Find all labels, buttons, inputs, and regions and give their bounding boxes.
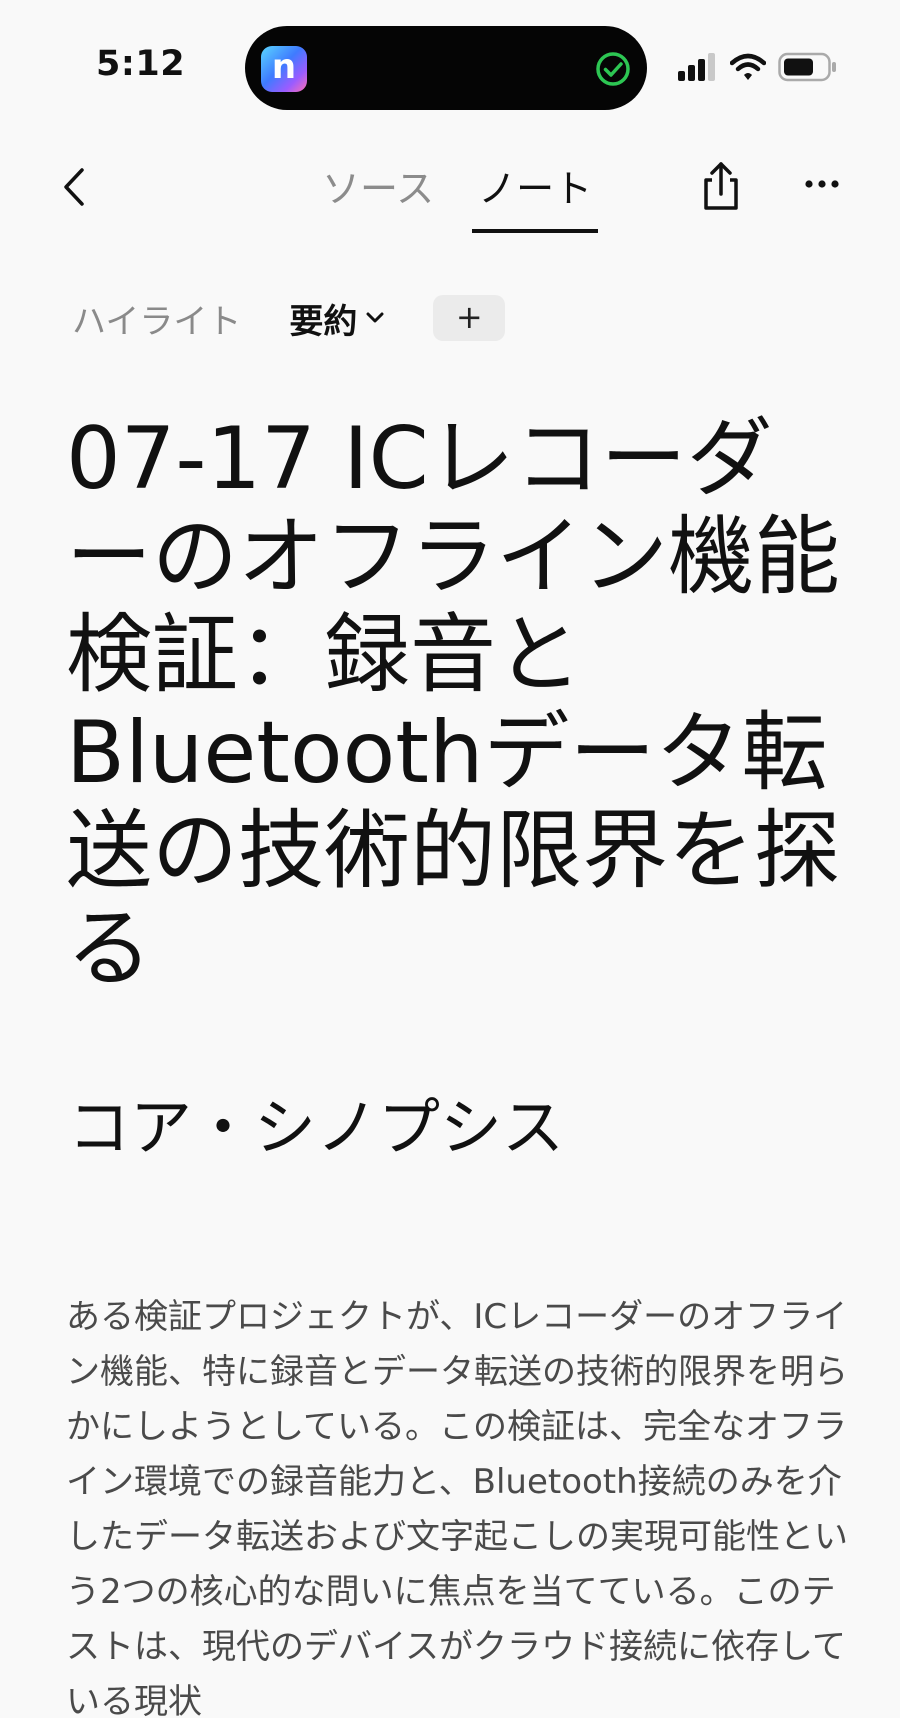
status-time: 5:12 — [96, 44, 186, 84]
highlight-filter[interactable]: ハイライト — [72, 294, 241, 343]
dynamic-island[interactable]: n — [245, 26, 647, 110]
system-icons — [678, 50, 838, 84]
battery-icon — [778, 52, 836, 82]
tab-bar: ソース ノート — [322, 158, 599, 233]
wifi-icon — [730, 53, 766, 80]
note-title: 07-17 ICレコーダーのオフライン機能検証：録音とBluetoothデータ転… — [66, 409, 840, 999]
top-nav: ソース ノート — [0, 140, 900, 240]
tab-note[interactable]: ノート — [472, 158, 599, 233]
chevron-down-icon — [366, 312, 384, 323]
check-circle-icon — [596, 52, 630, 86]
summary-dropdown[interactable]: 要約 — [289, 294, 385, 343]
app-icon: n — [261, 46, 307, 92]
tab-source[interactable]: ソース — [322, 158, 434, 233]
note-toolbar: ハイライト 要約 + — [72, 292, 506, 344]
status-bar: 5:12 n — [0, 0, 900, 130]
summary-dropdown-label: 要約 — [289, 301, 358, 342]
note-screen: 5:12 n ソース ノート ハイライト 要約 + 07-17 ICレコーダーの… — [0, 0, 900, 1718]
back-chevron-icon[interactable] — [56, 162, 96, 212]
more-options-icon[interactable] — [802, 174, 842, 194]
section-heading: コア・シノプシス — [68, 1091, 565, 1164]
note-body: ある検証プロジェクトが、ICレコーダーのオフライン機能、特に録音とデータ転送の技… — [66, 1297, 848, 1718]
share-icon[interactable] — [698, 160, 744, 212]
add-button[interactable]: + — [433, 295, 506, 341]
cellular-signal-icon — [678, 53, 715, 81]
